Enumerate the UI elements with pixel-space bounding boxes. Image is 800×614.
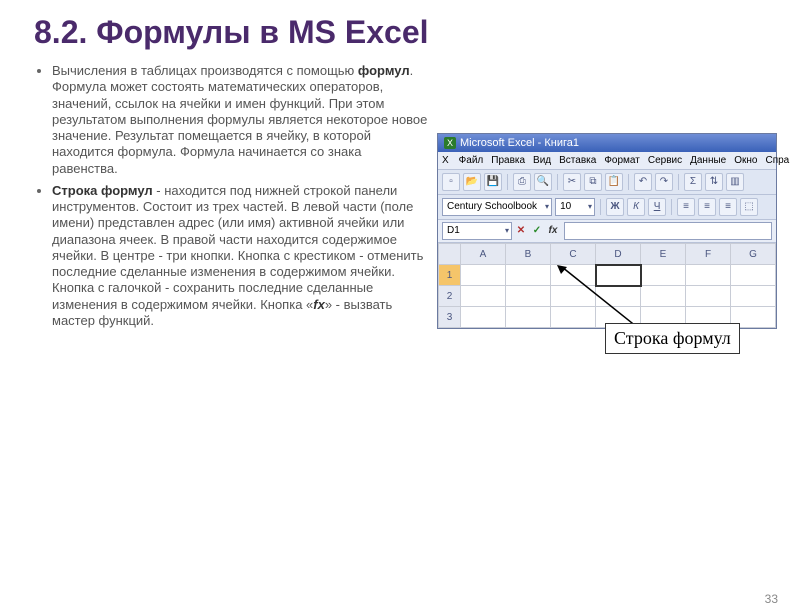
cell[interactable] [731,265,776,286]
excel-window: X Microsoft Excel - Книга1 X Файл Правка… [437,133,777,329]
cell[interactable] [461,286,506,307]
spreadsheet-grid[interactable]: A B C D E F G 1 2 [438,243,776,328]
cell[interactable] [641,286,686,307]
sum-icon[interactable]: Σ [684,173,702,191]
col-g[interactable]: G [731,244,776,265]
sort-icon[interactable]: ⇅ [705,173,723,191]
align-left-icon[interactable]: ≡ [677,198,695,216]
excel-toolbar-format: Century Schoolbook 10 Ж К Ч ≡ ≡ ≡ ⬚ [438,195,776,220]
merge-icon[interactable]: ⬚ [740,198,758,216]
cell[interactable] [686,265,731,286]
preview-icon[interactable]: 🔍 [534,173,552,191]
col-c[interactable]: C [551,244,596,265]
cell[interactable] [551,286,596,307]
b1-lead: Вычисления в таблицах производятся с пом… [52,63,358,78]
cell[interactable] [506,286,551,307]
excel-menubar: X Файл Правка Вид Вставка Формат Сервис … [438,152,776,170]
corner-cell[interactable] [439,244,461,265]
cell[interactable] [596,286,641,307]
text-column: Вычисления в таблицах производятся с пом… [34,63,429,335]
b1-bold: формул [358,63,410,78]
cell[interactable] [461,265,506,286]
cell[interactable] [461,307,506,328]
name-box[interactable]: D1 [442,222,512,240]
cell[interactable] [686,286,731,307]
menu-file[interactable]: Файл [459,155,484,166]
page-title: 8.2. Формулы в MS Excel [34,14,800,51]
new-icon[interactable]: ▫ [442,173,460,191]
fx-button[interactable]: fx [546,224,560,238]
cell-d1[interactable] [596,265,641,286]
menu-view[interactable]: Вид [533,155,551,166]
underline-button[interactable]: Ч [648,198,666,216]
menu-edit[interactable]: Правка [491,155,525,166]
b2-bold2: fx [313,297,325,312]
font-select[interactable]: Century Schoolbook [442,198,552,216]
undo-icon[interactable]: ↶ [634,173,652,191]
excel-toolbar-standard: ▫ 📂 💾 ⎙ 🔍 ✂ ⧉ 📋 ↶ ↷ Σ ⇅ ▥ [438,170,776,195]
align-right-icon[interactable]: ≡ [719,198,737,216]
col-f[interactable]: F [686,244,731,265]
cancel-icon[interactable]: ✕ [514,224,528,238]
doc-icon: X [442,155,449,166]
italic-button[interactable]: К [627,198,645,216]
callout-label: Строка формул [605,323,740,354]
excel-titlebar: X Microsoft Excel - Книга1 [438,134,776,152]
formula-input[interactable] [564,222,772,240]
print-icon[interactable]: ⎙ [513,173,531,191]
excel-icon: X [444,137,456,149]
formula-bar: D1 ✕ ✓ fx [438,220,776,243]
b2-bold1: Строка формул [52,183,153,198]
cell[interactable] [506,265,551,286]
excel-app-title: Microsoft Excel - Книга1 [460,137,579,149]
redo-icon[interactable]: ↷ [655,173,673,191]
row-3[interactable]: 3 [439,307,461,328]
cell[interactable] [731,286,776,307]
open-icon[interactable]: 📂 [463,173,481,191]
bullet-2: Строка формул - находится под нижней стр… [52,183,429,329]
paste-icon[interactable]: 📋 [605,173,623,191]
menu-help[interactable]: Спра [765,155,789,166]
enter-icon[interactable]: ✓ [530,224,544,238]
copy-icon[interactable]: ⧉ [584,173,602,191]
cell[interactable] [506,307,551,328]
col-b[interactable]: B [506,244,551,265]
row-2[interactable]: 2 [439,286,461,307]
cell[interactable] [551,307,596,328]
menu-tools[interactable]: Сервис [648,155,682,166]
cell[interactable] [641,265,686,286]
col-d[interactable]: D [596,244,641,265]
menu-format[interactable]: Формат [604,155,640,166]
menu-window[interactable]: Окно [734,155,757,166]
menu-insert[interactable]: Вставка [559,155,596,166]
col-a[interactable]: A [461,244,506,265]
align-center-icon[interactable]: ≡ [698,198,716,216]
row-1[interactable]: 1 [439,265,461,286]
chart-icon[interactable]: ▥ [726,173,744,191]
col-e[interactable]: E [641,244,686,265]
b1-rest: . Формула может состоять математических … [52,63,427,176]
menu-data[interactable]: Данные [690,155,726,166]
fontsize-select[interactable]: 10 [555,198,595,216]
bold-button[interactable]: Ж [606,198,624,216]
page-number: 33 [765,592,778,606]
cut-icon[interactable]: ✂ [563,173,581,191]
b2-lead: - находится под нижней строкой панели ин… [52,183,423,312]
excel-screenshot: X Microsoft Excel - Книга1 X Файл Правка… [437,133,787,335]
cell[interactable] [551,265,596,286]
content-row: Вычисления в таблицах производятся с пом… [0,63,800,335]
save-icon[interactable]: 💾 [484,173,502,191]
bullet-1: Вычисления в таблицах производятся с пом… [52,63,429,177]
